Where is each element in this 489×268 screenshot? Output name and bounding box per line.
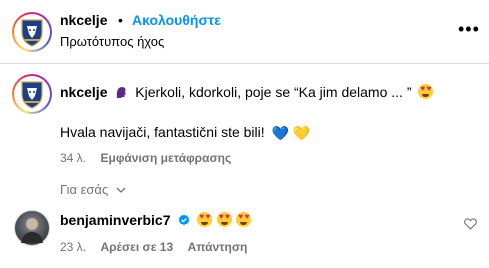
see-translation-button[interactable]: Εμφάνιση μετάφρασης: [100, 151, 231, 165]
more-options-icon[interactable]: •••: [458, 20, 480, 38]
follow-button[interactable]: Ακολουθήστε: [132, 12, 221, 28]
like-comment-heart-icon[interactable]: [464, 218, 477, 230]
comment-line: benjaminverbic7: [60, 212, 252, 230]
chevron-down-icon: [116, 187, 126, 193]
caption-username[interactable]: nkcelje: [60, 84, 107, 100]
speaking-head-icon: [117, 87, 127, 98]
heart-eyes-emoji-icon: [216, 212, 232, 227]
yellow-heart-icon: 💛: [292, 125, 311, 141]
heart-eyes-emoji-icon: [197, 212, 213, 227]
caption-line-2: Hvala navijači, fantastični ste bili! 💙 …: [60, 124, 310, 142]
caption-avatar[interactable]: [12, 74, 52, 114]
heart-eyes-emoji-icon: [418, 84, 434, 99]
caption-line-1: nkcelje Kjerkoli, kdorkoli, poje se “Ka …: [60, 84, 434, 100]
verified-badge-icon: [178, 214, 190, 226]
post-author-username[interactable]: nkcelje: [60, 12, 107, 28]
nk-celje-logo: [21, 19, 43, 47]
post-header: nkcelje • Ακολουθήστε Πρωτότυπος ήχος ••…: [0, 0, 489, 62]
commenter-username[interactable]: benjaminverbic7: [60, 212, 171, 228]
profile-avatar[interactable]: [12, 12, 52, 52]
comment-meta: 23 λ. Αρέσει σε 13 Απάντηση: [60, 238, 247, 256]
blue-heart-icon: 💙: [271, 125, 289, 141]
audio-label[interactable]: Πρωτότυπος ήχος: [60, 34, 164, 49]
header-divider: [0, 63, 489, 64]
heart-eyes-emoji-icon: [236, 212, 252, 227]
caption-time[interactable]: 34 λ.: [60, 151, 86, 165]
caption-meta: 34 λ. Εμφάνιση μετάφρασης: [60, 149, 231, 167]
comment-time[interactable]: 23 λ.: [60, 240, 86, 254]
nk-celje-logo: [21, 81, 43, 109]
separator-dot: •: [118, 12, 123, 28]
person-photo-icon: [21, 218, 43, 243]
caption-text-2: Hvala navijači, fantastični ste bili!: [60, 124, 265, 140]
comment-likes-count[interactable]: Αρέσει σε 13: [100, 240, 173, 254]
commenter-avatar[interactable]: [14, 210, 50, 246]
caption-text-1: Kjerkoli, kdorkoli, poje se “Ka jim dela…: [135, 84, 412, 100]
reply-button[interactable]: Απάντηση: [188, 240, 248, 254]
for-you-filter[interactable]: Για εσάς: [60, 181, 126, 199]
for-you-label: Για εσάς: [60, 182, 109, 197]
